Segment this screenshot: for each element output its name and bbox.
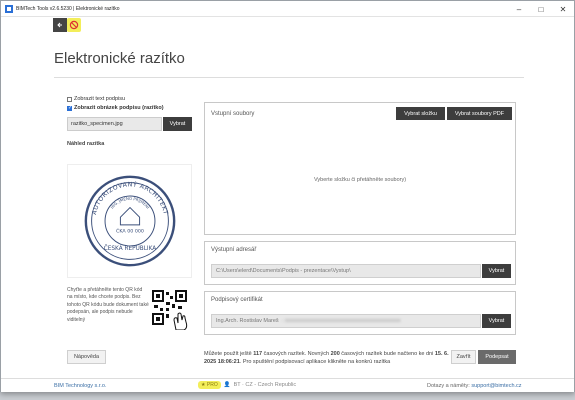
note-text-4: . Pro spuštění podpisovací aplikace klik… [239,359,391,365]
divider [54,77,524,78]
qr-code-draggable[interactable] [152,290,188,331]
stamp-image-file-field[interactable]: razitko_specimen.jpg [67,117,162,131]
choose-image-button[interactable]: Vybrat [163,117,192,131]
title-bar: BIMTech Tools v2.6.5230 | Elektronické r… [1,1,574,17]
show-image-checkbox[interactable]: Zobrazit obrázek podpisu (razítko) [67,105,164,111]
preview-label: Náhled razítka [67,141,105,147]
help-button[interactable]: Nápověda [67,350,106,364]
stamp-image: AUTORIZOVANÝ ARCHITEKT ING. JMÉNO PŘÍJME… [84,175,175,267]
show-text-checkbox[interactable]: Zobrazit text podpisu [67,96,125,102]
user-icon: 👤 [223,382,231,388]
toolbar [53,18,81,32]
page-title: Elektronické razítko [54,50,185,67]
qr-hint-text: Chyťte a přetáhněte tento QR kód na míst… [67,287,149,323]
output-dir-panel: Výstupní adresář C:\Users\elerd\Document… [204,241,516,285]
note-text-1: Můžete použít ještě [204,351,254,357]
window-title: BIMTech Tools v2.6.5230 | Elektronické r… [16,5,120,12]
app-window: BIMTech Tools v2.6.5230 | Elektronické r… [0,0,575,392]
checkbox-unchecked[interactable] [67,96,72,102]
output-dir-title: Výstupní adresář [211,247,257,253]
show-text-label: Zobrazit text podpisu [74,96,126,102]
timestamp-info: Můžete použít ještě 117 časových razítek… [204,350,449,366]
pro-badge: ★ PRO [198,381,221,389]
show-image-label: Zobrazit obrázek podpisu (razítko) [74,105,164,111]
close-icon[interactable]: ✕ [552,1,574,17]
window-controls: – □ ✕ [508,1,574,17]
close-button[interactable]: Zavřít [451,350,476,364]
certificate-panel: Podpisový certifikát Ing.Arch. Rostislav… [204,291,516,335]
choose-certificate-button[interactable]: Vybrat [482,314,511,328]
note-text-3: časových razítek bude načteno ke dni [339,351,435,357]
contact-email-link[interactable]: support@bimtech.cz [471,383,521,389]
language-label: BT · CZ - Czech Republic [233,382,297,388]
choose-folder-button[interactable]: Vybrat složku [396,107,445,120]
output-dir-field[interactable]: C:\Users\elerd\Documents\Podpis - prezen… [211,264,481,278]
qr-code-icon [152,290,188,331]
checkbox-checked[interactable] [67,105,72,111]
contact-info: Dotazy a náměty: support@bimtech.cz [427,383,522,389]
choose-pdf-button[interactable]: Vybrat soubory PDF [447,107,512,120]
certificate-value-blurred: - xxxxxxxxxxxxxxxxxxxxxxxxxxxxxxxxxxxxxx… [281,318,401,324]
choose-output-button[interactable]: Vybrat [482,264,511,278]
sign-button[interactable]: Podepsat [478,350,516,364]
maximize-icon[interactable]: □ [530,1,552,17]
certificate-value: Ing.Arch. Rostislav Mareš [216,318,279,324]
pro-badge-label: PRO [206,382,218,388]
minimize-icon[interactable]: – [508,1,530,17]
drop-placeholder: Vyberte složku či přetáhněte soubory) [313,177,407,183]
status-bar: BIM Technology s.r.o. ★ PRO 👤 BT · CZ - … [1,378,574,392]
contact-label: Dotazy a náměty: [427,383,470,389]
input-files-title: Vstupní soubory [211,111,255,117]
no-entry-button[interactable] [67,18,81,32]
status-middle: ★ PRO 👤 BT · CZ - Czech Republic [198,381,296,389]
note-text-2: časových razítek. Novných [262,351,331,357]
prohibited-icon [69,20,79,30]
remaining-count: 117 [253,351,263,357]
stamp-center-line2: ČESKÁ REPUBLIKA [103,245,156,252]
certificate-field[interactable]: Ing.Arch. Rostislav Mareš - xxxxxxxxxxxx… [211,314,481,328]
back-button[interactable] [53,18,67,32]
certificate-title: Podpisový certifikát [211,297,263,303]
new-count: 200 [330,351,340,357]
input-files-panel[interactable]: Vstupní soubory Vybrat složku Vybrat sou… [204,102,516,235]
app-icon [5,4,13,13]
back-arrow-icon [57,22,62,28]
stamp-center-line1: ČKA 00 000 [116,228,144,235]
company-link[interactable]: BIM Technology s.r.o. [54,383,106,389]
stamp-preview: AUTORIZOVANÝ ARCHITEKT ING. JMÉNO PŘÍJME… [67,164,192,278]
